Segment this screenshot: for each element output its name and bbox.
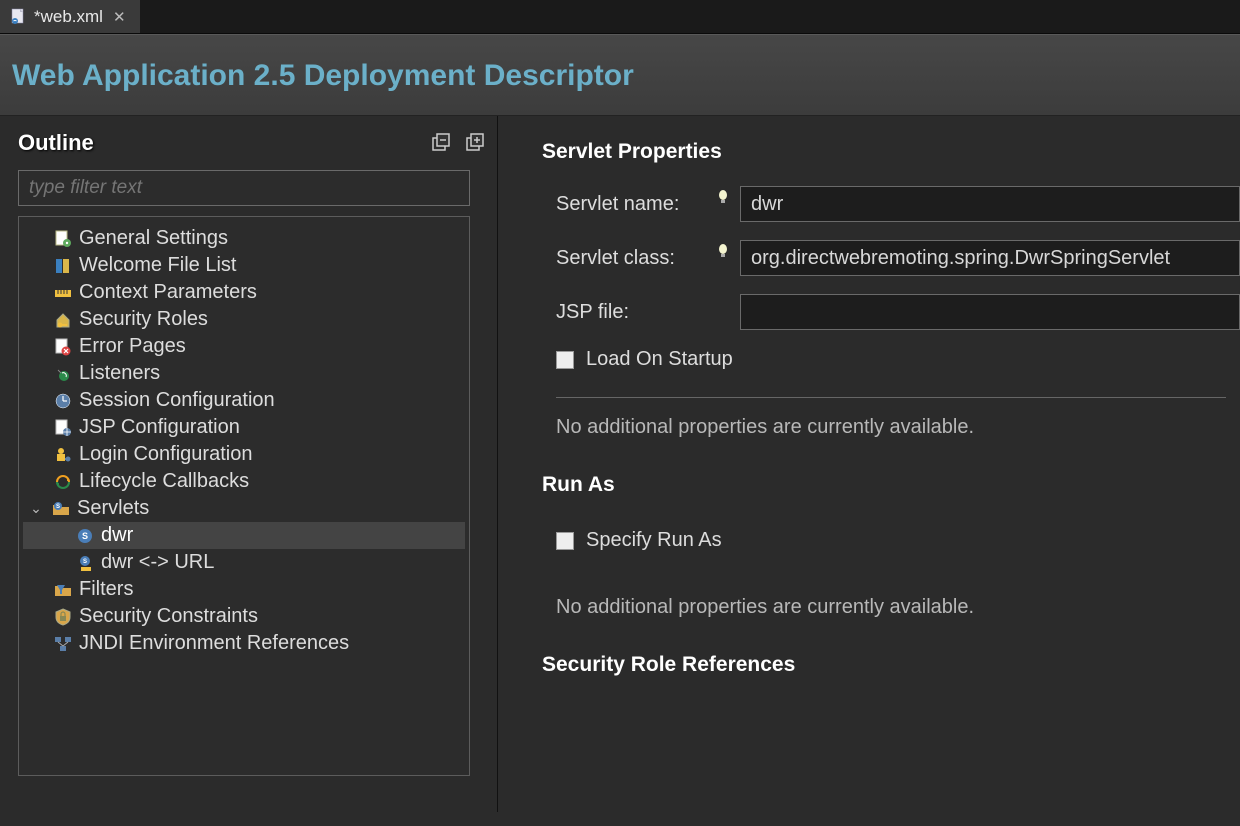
tree-item-listeners[interactable]: Listeners [23, 360, 465, 387]
details-panel: Servlet Properties Servlet name: Servlet… [498, 116, 1240, 812]
tree-item-session-configuration[interactable]: Session Configuration [23, 387, 465, 414]
ruler-icon [53, 283, 73, 303]
editor-body: Outline General Settings Welcome File Li… [0, 116, 1240, 812]
tree-item-login-configuration[interactable]: Login Configuration [23, 441, 465, 468]
checkbox-specify-run-as[interactable] [556, 532, 574, 550]
tree-item-welcome-file-list[interactable]: Welcome File List [23, 252, 465, 279]
tree-item-jndi-environment-references[interactable]: JNDI Environment References [23, 630, 465, 657]
label-load-on-startup: Load On Startup [586, 348, 733, 371]
lightbulb-icon[interactable] [718, 190, 728, 204]
jsp-gear-icon [53, 418, 73, 438]
expand-all-icon[interactable] [465, 132, 487, 154]
close-icon[interactable]: ✕ [109, 8, 130, 26]
svg-text:S: S [82, 531, 88, 541]
tree-item-servlet-mapping-dwr[interactable]: Sdwr <-> URL [23, 549, 465, 576]
house-key-icon [53, 310, 73, 330]
servlet-mapping-icon: S [75, 553, 95, 573]
tree-item-error-pages[interactable]: Error Pages [23, 333, 465, 360]
label-specify-run-as: Specify Run As [586, 529, 722, 552]
tree-item-security-roles[interactable]: Security Roles [23, 306, 465, 333]
tree-item-general-settings[interactable]: General Settings [23, 225, 465, 252]
document-gear-icon [53, 229, 73, 249]
outline-title: Outline [18, 130, 94, 156]
tree-item-security-constraints[interactable]: Security Constraints [23, 603, 465, 630]
editor-header: Web Application 2.5 Deployment Descripto… [0, 34, 1240, 116]
section-title-servlet-properties: Servlet Properties [542, 132, 1240, 178]
tab-label: *web.xml [34, 7, 103, 27]
section-title-run-as: Run As [542, 465, 1240, 511]
tree-item-lifecycle-callbacks[interactable]: Lifecycle Callbacks [23, 468, 465, 495]
tree-item-filters[interactable]: Filters [23, 576, 465, 603]
outline-panel: Outline General Settings Welcome File Li… [0, 116, 498, 812]
section-run-as: Run As Specify Run As No additional prop… [528, 465, 1240, 619]
section-servlet-properties: Servlet Properties Servlet name: Servlet… [528, 132, 1240, 439]
page-title: Web Application 2.5 Deployment Descripto… [12, 59, 1228, 93]
document-error-icon [53, 337, 73, 357]
tab-web-xml[interactable]: *web.xml ✕ [0, 0, 140, 33]
clock-icon [53, 391, 73, 411]
checkbox-load-on-startup[interactable] [556, 351, 574, 369]
svg-text:S: S [56, 504, 60, 510]
shield-lock-icon [53, 607, 73, 627]
section-title-security-role-references: Security Role References [542, 645, 1240, 691]
info-no-additional-servlet: No additional properties are currently a… [556, 416, 1240, 439]
tree-item-context-parameters[interactable]: Context Parameters [23, 279, 465, 306]
svg-text:S: S [83, 559, 87, 565]
user-key-icon [53, 445, 73, 465]
info-no-additional-runas: No additional properties are currently a… [556, 596, 1240, 619]
input-servlet-class[interactable] [740, 240, 1240, 276]
tab-bar: *web.xml ✕ [0, 0, 1240, 34]
filter-input[interactable] [18, 170, 470, 206]
input-jsp-file[interactable] [740, 294, 1240, 330]
tree-item-servlet-dwr[interactable]: Sdwr [23, 522, 465, 549]
tree-item-jsp-configuration[interactable]: JSP Configuration [23, 414, 465, 441]
chevron-down-icon[interactable]: ⌄ [27, 500, 45, 518]
servlet-node-icon: S [75, 526, 95, 546]
collapse-all-icon[interactable] [431, 132, 453, 154]
label-servlet-name: Servlet name: [556, 193, 706, 216]
divider [556, 397, 1226, 398]
servlet-folder-icon: S [51, 499, 71, 519]
filter-folder-icon [53, 580, 73, 600]
book-icon [53, 256, 73, 276]
label-jsp-file: JSP file: [556, 301, 706, 324]
section-security-role-references: Security Role References [528, 645, 1240, 691]
outline-tree: General Settings Welcome File List Conte… [18, 216, 470, 776]
input-servlet-name[interactable] [740, 186, 1240, 222]
lightbulb-icon[interactable] [718, 244, 728, 258]
jndi-tree-icon [53, 634, 73, 654]
xml-file-icon [10, 8, 28, 26]
tree-item-servlets[interactable]: ⌄SServlets [23, 495, 465, 522]
label-servlet-class: Servlet class: [556, 247, 706, 270]
refresh-arrows-icon [53, 472, 73, 492]
ear-icon [53, 364, 73, 384]
